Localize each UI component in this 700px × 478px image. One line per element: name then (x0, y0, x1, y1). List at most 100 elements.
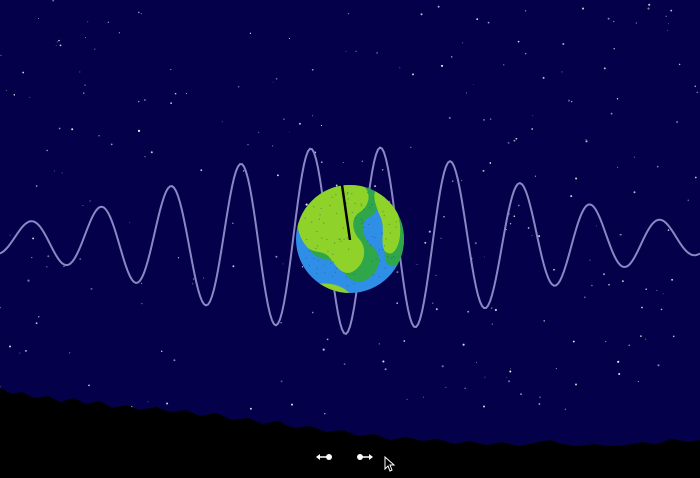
star (422, 396, 425, 398)
star (63, 265, 65, 268)
earth-dot (306, 238, 308, 241)
star (200, 169, 203, 172)
star (581, 7, 585, 10)
star (58, 39, 60, 42)
earth-dot (363, 209, 365, 211)
star (84, 84, 86, 86)
star (489, 118, 492, 120)
earth-dot (315, 247, 317, 250)
earth-dot (335, 267, 337, 270)
earth-dot (308, 250, 310, 252)
star (170, 102, 173, 104)
star (231, 222, 234, 225)
earth-dot (332, 253, 334, 255)
star (203, 277, 205, 279)
earth-dot (353, 283, 355, 285)
step-forward-button[interactable] (356, 452, 378, 470)
star (672, 335, 675, 338)
star (596, 225, 597, 227)
star (474, 242, 477, 245)
star (619, 234, 621, 236)
star (450, 56, 453, 58)
earth-dot (346, 202, 348, 204)
star (622, 280, 624, 282)
star (324, 412, 326, 415)
star (645, 338, 647, 340)
star (280, 380, 283, 383)
star (628, 344, 630, 346)
earth-dot (308, 264, 310, 266)
star (94, 48, 96, 50)
earth-dot (382, 248, 384, 251)
earth-dot (317, 260, 319, 262)
star (524, 10, 527, 12)
star (275, 77, 278, 80)
star (47, 255, 50, 258)
star (583, 296, 586, 299)
star (473, 84, 474, 85)
earth-dot (353, 273, 355, 275)
star (46, 266, 48, 268)
earth-dot (383, 215, 385, 217)
star (641, 306, 643, 309)
arrow-right-dot-icon (357, 454, 373, 460)
star (605, 341, 607, 343)
earth-dot (316, 245, 318, 247)
star (79, 258, 82, 260)
star (437, 5, 440, 8)
star (403, 340, 406, 342)
star (640, 335, 642, 337)
earth-dot (313, 206, 315, 208)
star (311, 311, 314, 314)
earth-dot (346, 237, 348, 239)
earth-dot (323, 222, 325, 224)
star (322, 348, 325, 351)
earth-dot (330, 262, 332, 265)
earth-dot (391, 257, 393, 259)
mouse-pointer-icon (384, 455, 396, 472)
star (242, 170, 245, 172)
star (570, 195, 573, 198)
star (424, 241, 427, 244)
star (476, 18, 479, 20)
star (464, 387, 466, 389)
star (288, 37, 290, 39)
earth-dot (305, 257, 307, 259)
star (613, 20, 615, 23)
star (483, 256, 485, 258)
star (191, 283, 194, 285)
earth-dot (348, 248, 350, 250)
star (312, 115, 313, 117)
star (608, 284, 610, 286)
star (129, 222, 131, 224)
star (272, 81, 274, 83)
star (539, 396, 541, 398)
star (467, 310, 470, 313)
earth-dot (371, 235, 373, 238)
earth-dot (326, 238, 328, 241)
star (276, 174, 279, 177)
star (531, 235, 533, 236)
earth-dot (372, 274, 375, 276)
earth-dot (375, 258, 377, 260)
step-back-button[interactable] (315, 452, 337, 470)
star (79, 71, 81, 73)
star (298, 122, 301, 125)
star (451, 180, 454, 182)
star (694, 176, 697, 179)
star (517, 40, 520, 43)
star (607, 17, 610, 20)
star (170, 68, 172, 71)
earth-dot (381, 233, 383, 235)
star (82, 205, 84, 206)
earth-dot (345, 276, 348, 278)
star (85, 37, 87, 38)
star (475, 361, 478, 363)
star (616, 98, 619, 100)
star (662, 293, 664, 295)
star (174, 92, 177, 95)
star (83, 92, 85, 94)
star (35, 185, 38, 187)
earth-dot (361, 223, 363, 225)
earth-dot (329, 204, 331, 207)
